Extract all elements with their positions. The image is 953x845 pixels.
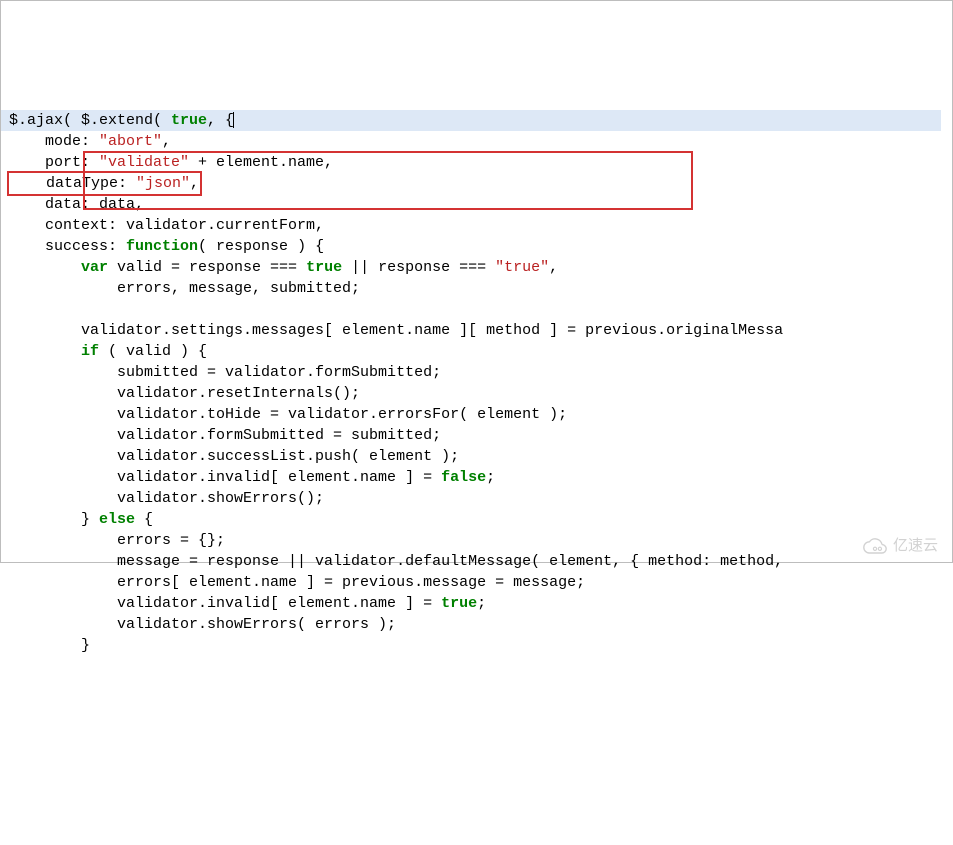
keyword: else: [99, 511, 135, 528]
string-literal: "json": [136, 175, 190, 192]
code-text: port:: [9, 154, 99, 171]
code-text: errors, message, submitted;: [9, 280, 360, 297]
code-text: validator.showErrors( errors );: [9, 616, 396, 633]
code-text: validator.formSubmitted = submitted;: [9, 427, 441, 444]
code-text: validator.invalid[ element.name ] =: [9, 469, 441, 486]
code-text: ( valid ) {: [99, 343, 207, 360]
code-text: errors[ element.name ] = previous.messag…: [9, 574, 585, 591]
code-text: validator.settings.messages[ element.nam…: [9, 322, 783, 339]
string-literal: "abort": [99, 133, 162, 150]
cloud-icon: [861, 537, 889, 555]
code-text: validator.successList.push( element );: [9, 448, 459, 465]
code-text: dataType:: [10, 175, 136, 192]
string-literal: "true": [495, 259, 549, 276]
keyword: true: [171, 112, 207, 129]
code-text: }: [9, 637, 90, 654]
code-text: + element.name,: [189, 154, 333, 171]
code-text: context: validator.currentForm,: [9, 217, 324, 234]
code-text: , {: [207, 112, 234, 129]
code-text: validator.invalid[ element.name ] =: [9, 595, 441, 612]
code-text: valid = response ===: [108, 259, 306, 276]
code-text: validator.resetInternals();: [9, 385, 360, 402]
code-text: success:: [9, 238, 126, 255]
watermark-text: 亿速云: [893, 535, 938, 556]
highlight-box-datatype: dataType: "json",: [9, 173, 200, 194]
code-text: data: data,: [9, 196, 144, 213]
code-text: [9, 343, 81, 360]
code-line-active[interactable]: $.ajax( $.extend( true, {: [1, 110, 941, 131]
keyword: true: [441, 595, 477, 612]
code-text: submitted = validator.formSubmitted;: [9, 364, 441, 381]
keyword: true: [306, 259, 342, 276]
keyword: var: [81, 259, 108, 276]
code-text: ( response ) {: [198, 238, 324, 255]
watermark: 亿速云: [861, 535, 938, 556]
code-text: mode:: [9, 133, 99, 150]
code-text: {: [135, 511, 153, 528]
code-text: errors = {};: [9, 532, 225, 549]
code-text: ;: [486, 469, 495, 486]
code-text: ;: [477, 595, 486, 612]
keyword: function: [126, 238, 198, 255]
code-text: ,: [549, 259, 558, 276]
code-text: ,: [190, 175, 199, 192]
code-text: $.ajax( $.extend(: [9, 112, 171, 129]
string-literal: "validate": [99, 154, 189, 171]
keyword: if: [81, 343, 99, 360]
code-text: [9, 259, 81, 276]
code-text: message = response || validator.defaultM…: [9, 553, 783, 570]
code-text: || response ===: [342, 259, 495, 276]
code-text: validator.showErrors();: [9, 490, 324, 507]
code-text: ,: [162, 133, 171, 150]
keyword: false: [441, 469, 486, 486]
code-text: }: [9, 511, 99, 528]
text-cursor: [233, 112, 234, 128]
code-text: validator.toHide = validator.errorsFor( …: [9, 406, 567, 423]
code-editor[interactable]: $.ajax( $.extend( true, { mode: "abort",…: [9, 89, 944, 656]
